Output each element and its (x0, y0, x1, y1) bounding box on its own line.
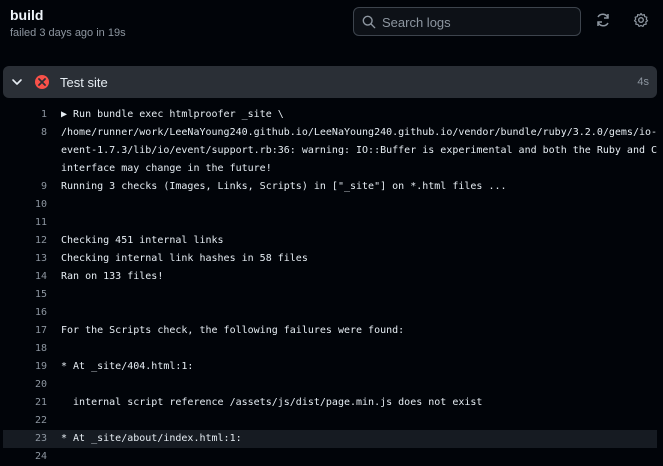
job-header: build failed 3 days ago in 19s Search lo… (0, 0, 663, 62)
line-text: interface may change in the future! (61, 163, 272, 174)
line-text: internal script reference /assets/js/dis… (61, 397, 483, 408)
failure-status-icon (35, 75, 49, 89)
log-line[interactable]: 17 For the Scripts check, the following f… (3, 322, 657, 340)
line-number[interactable]: 23 (3, 433, 47, 444)
log-line[interactable]: 21 internal script reference /assets/js/… (3, 394, 657, 412)
log-line[interactable]: 14 Ran on 133 files! (3, 268, 657, 286)
line-number[interactable]: 22 (3, 415, 47, 426)
settings-button[interactable] (633, 12, 651, 30)
log-line[interactable]: 10 (3, 196, 657, 214)
line-number[interactable]: 8 (3, 127, 47, 138)
line-number[interactable]: 10 (3, 199, 47, 210)
line-number[interactable]: 1 (3, 109, 47, 120)
line-number[interactable]: 21 (3, 397, 47, 408)
log-line[interactable]: 20 (3, 376, 657, 394)
line-text: * At _site/404.html:1: (61, 361, 194, 372)
job-status-subtitle: failed 3 days ago in 19s (10, 27, 126, 39)
refresh-button[interactable] (595, 12, 613, 30)
log-line[interactable]: 22 (3, 412, 657, 430)
log-line[interactable]: 24 (3, 448, 657, 466)
line-number[interactable]: 19 (3, 361, 47, 372)
log-line[interactable]: 11 (3, 214, 657, 232)
line-number[interactable]: 17 (3, 325, 47, 336)
job-title: build (10, 7, 44, 23)
line-number[interactable]: 18 (3, 343, 47, 354)
search-icon (362, 15, 376, 29)
line-number[interactable]: 14 (3, 271, 47, 282)
line-text: * At _site/about/index.html:1: (61, 433, 242, 444)
line-text: Checking 451 internal links (61, 235, 224, 246)
line-number[interactable]: 24 (3, 451, 47, 462)
line-text: Checking internal link hashes in 58 file… (61, 253, 308, 264)
line-number[interactable]: 13 (3, 253, 47, 264)
log-line[interactable]: event-1.7.3/lib/io/event/support.rb:36: … (3, 142, 657, 160)
log-line[interactable]: 12 Checking 451 internal links (3, 232, 657, 250)
line-number[interactable]: 15 (3, 289, 47, 300)
log-line[interactable]: 13 Checking internal link hashes in 58 fi… (3, 250, 657, 268)
line-number[interactable]: 20 (3, 379, 47, 390)
line-text: ▶ Run bundle exec htmlproofer _site \ (61, 109, 284, 120)
step-name: Test site (60, 75, 108, 90)
log-line[interactable]: 19 * At _site/404.html:1: (3, 358, 657, 376)
step-test-site[interactable]: Test site 4s (3, 66, 657, 98)
line-text: Running 3 checks (Images, Links, Scripts… (61, 181, 507, 192)
line-number[interactable]: 9 (3, 181, 47, 192)
line-number[interactable]: 11 (3, 217, 47, 228)
gear-icon (633, 12, 649, 27)
log-line[interactable]: 9 Running 3 checks (Images, Links, Script… (3, 178, 657, 196)
line-text: event-1.7.3/lib/io/event/support.rb:36: … (61, 145, 658, 156)
search-logs-input[interactable]: Search logs (353, 7, 581, 36)
chevron-down-icon[interactable] (11, 76, 23, 88)
refresh-icon (597, 13, 609, 27)
log-line[interactable]: 16 (3, 304, 657, 322)
step-duration: 4s (637, 76, 649, 88)
log-line[interactable]: 23 * At _site/about/index.html:1: (3, 430, 657, 448)
log-line[interactable]: 8/home/runner/work/LeeNaYoung240.github.… (3, 124, 657, 142)
line-text: For the Scripts check, the following fai… (61, 325, 405, 336)
line-text: Ran on 133 files! (61, 271, 164, 282)
log-line[interactable]: 1 ▶ Run bundle exec htmlproofer _site \ (3, 106, 657, 124)
search-placeholder: Search logs (382, 15, 451, 30)
log-line[interactable]: interface may change in the future! (3, 160, 657, 178)
line-text: /home/runner/work/LeeNaYoung240.github.i… (61, 127, 658, 138)
log-line[interactable]: 15 (3, 286, 657, 304)
line-number[interactable]: 12 (3, 235, 47, 246)
log-line[interactable]: 18 (3, 340, 657, 358)
line-number[interactable]: 16 (3, 307, 47, 318)
